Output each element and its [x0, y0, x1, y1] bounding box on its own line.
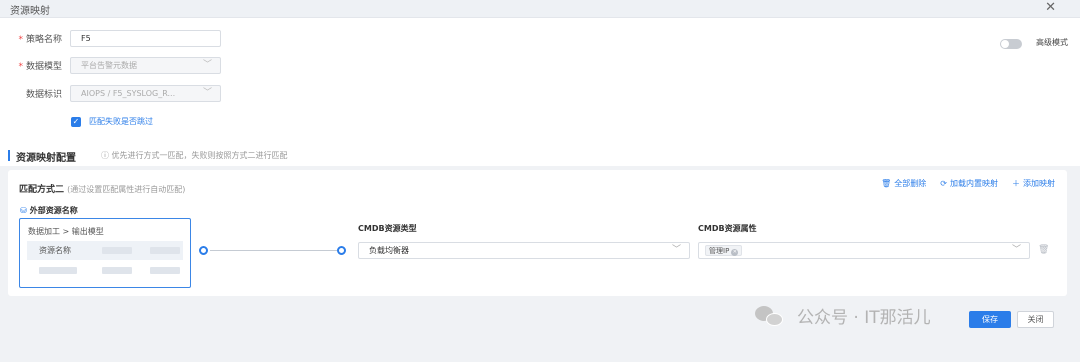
plus-icon: ＋	[1012, 179, 1020, 188]
watermark-text: 公众号 · IT那活儿	[797, 308, 931, 328]
cmdb-attr-select[interactable]: 管理IP ✕ ﹀	[698, 242, 1030, 259]
trash-icon[interactable]: 🗑	[1038, 245, 1049, 255]
advanced-mode-label: 高级模式	[1036, 38, 1068, 47]
close-icon[interactable]: ✕	[1045, 0, 1056, 15]
section-title: 资源映射配置	[16, 153, 76, 164]
match-card-title: 匹配方式二 (通过设置匹配属性进行自动匹配)	[19, 185, 186, 195]
delete-all-button[interactable]: 🗑 全部删除	[881, 178, 926, 189]
watermark: 公众号 · IT那活儿	[755, 303, 931, 328]
add-mapping-button[interactable]: ＋添加映射	[1012, 178, 1055, 189]
match-card-subtitle: (通过设置匹配属性进行自动匹配)	[67, 185, 186, 194]
dialog-title: 资源映射	[10, 6, 50, 17]
save-button[interactable]: 保存	[969, 311, 1011, 328]
connector-dot-right[interactable]	[337, 246, 346, 255]
placeholder-bar	[102, 247, 132, 254]
form-area: * 策略名称 F5 * 数据模型 平台告警元数据 ﹀ 数据标识 AIOPS / F5_…	[0, 18, 1080, 146]
chevron-down-icon: ﹀	[202, 59, 212, 70]
section-accent-bar	[8, 150, 10, 161]
section-info: ⓘ 优先进行方式一匹配，失败则按照方式二进行匹配	[101, 151, 288, 160]
cmdb-attr-label: CMDB资源属性	[698, 224, 757, 233]
strategy-name-label: * 策略名称	[18, 34, 62, 45]
section-header: 资源映射配置 ⓘ 优先进行方式一匹配，失败则按照方式二进行匹配	[0, 146, 1080, 166]
wechat-icon	[755, 304, 785, 328]
chevron-down-icon: ﹀	[1011, 245, 1021, 255]
attr-tag: 管理IP ✕	[705, 245, 743, 256]
source-table-header: 资源名称	[27, 241, 183, 260]
source-model-box[interactable]: 数据加工 > 输出模型 资源名称	[19, 218, 191, 288]
chevron-down-icon: ﹀	[202, 87, 212, 98]
source-path: 数据加工 > 输出模型	[28, 227, 104, 236]
cmdb-type-label: CMDB资源类型	[358, 224, 417, 233]
data-model-select[interactable]: 平台告警元数据 ﹀	[70, 56, 221, 74]
tag-close-icon[interactable]: ✕	[731, 249, 739, 256]
advanced-mode-toggle[interactable]	[1000, 39, 1022, 49]
chevron-down-icon: ﹀	[671, 245, 681, 255]
placeholder-bar	[150, 267, 180, 274]
skip-on-fail-checkbox[interactable]: ✓	[71, 117, 81, 127]
database-icon: ⛁	[20, 206, 27, 215]
data-identifier-label: 数据标识	[25, 89, 62, 100]
connector-dot-left[interactable]	[199, 246, 208, 255]
placeholder-bar	[150, 247, 180, 254]
data-identifier-select[interactable]: AIOPS / F5_SYSLOG_R... ﹀	[70, 84, 221, 102]
external-resource-label: ⛁ 外部资源名称	[20, 206, 78, 215]
refresh-icon: ⟳	[940, 179, 947, 188]
placeholder-bar	[102, 267, 132, 274]
card-actions: 🗑 全部删除 ⟳ 加载内置映射 ＋添加映射	[881, 178, 1055, 189]
data-model-label: * 数据模型	[18, 61, 62, 72]
strategy-name-input[interactable]: F5	[70, 29, 221, 47]
match-card: 匹配方式二 (通过设置匹配属性进行自动匹配) 🗑 全部删除 ⟳ 加载内置映射 ＋添加…	[8, 170, 1067, 296]
placeholder-bar	[39, 267, 77, 274]
skip-on-fail-label: 匹配失败是否跳过	[89, 117, 153, 126]
cancel-button[interactable]: 关闭	[1017, 311, 1054, 328]
source-field-name: 资源名称	[39, 246, 71, 255]
load-builtin-button[interactable]: ⟳ 加载内置映射	[940, 178, 998, 189]
trash-icon: 🗑	[881, 179, 892, 188]
cmdb-type-select[interactable]: 负载均衡器 ﹀	[358, 242, 690, 259]
connector-line	[210, 250, 337, 251]
dialog-titlebar: 资源映射 ✕	[0, 0, 1080, 18]
